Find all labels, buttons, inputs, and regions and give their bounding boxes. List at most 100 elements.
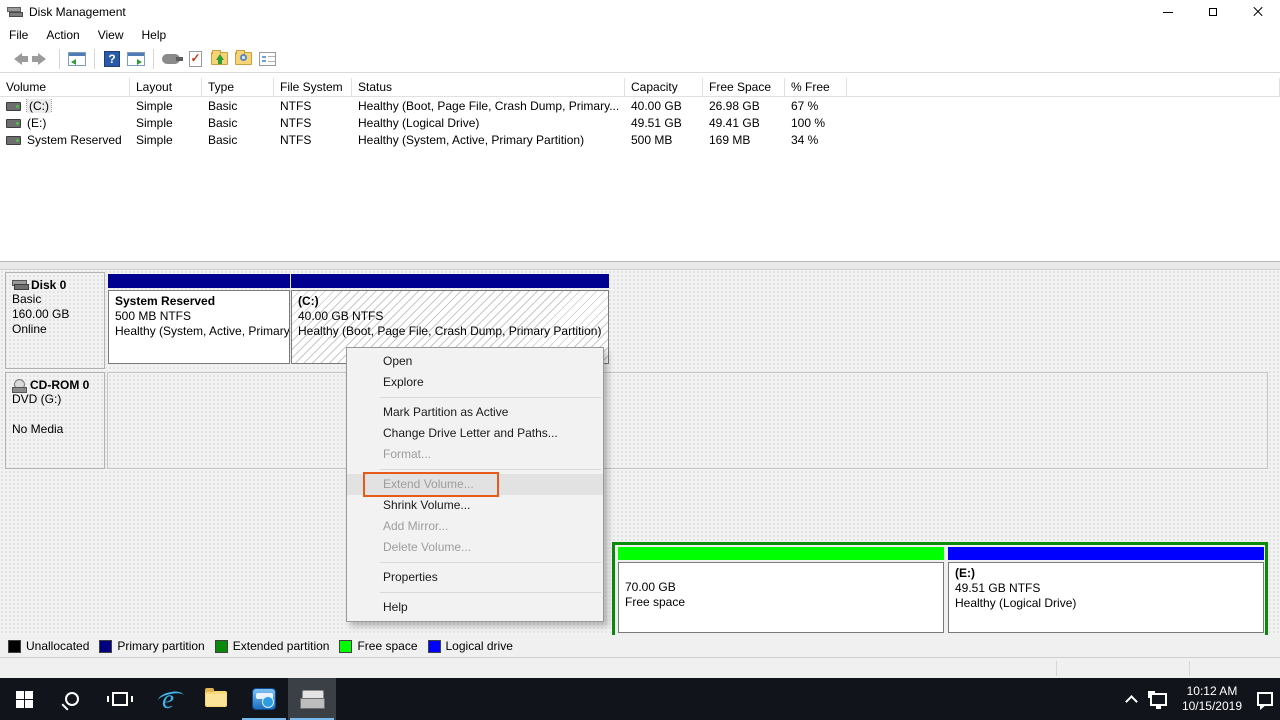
checklist-icon xyxy=(189,51,202,67)
extend-volume-label: Extend Volume... xyxy=(383,477,474,491)
context-menu-item-change-drive-letter[interactable]: Change Drive Letter and Paths... xyxy=(347,423,603,444)
column-header-freespace[interactable]: Free Space xyxy=(703,78,785,96)
network-icon xyxy=(1150,693,1167,706)
column-header-filler xyxy=(847,78,1280,96)
volume-row-e[interactable]: (E:) Simple Basic NTFS Healthy (Logical … xyxy=(0,114,1280,131)
volume-row-c[interactable]: (C:) Simple Basic NTFS Healthy (Boot, Pa… xyxy=(0,97,1280,114)
folder-up-button[interactable] xyxy=(207,47,231,71)
volume-drive-icon xyxy=(6,119,21,128)
column-header-capacity[interactable]: Capacity xyxy=(625,78,703,96)
context-menu-item-open[interactable]: Open xyxy=(347,351,603,372)
disk0-label-panel[interactable]: Disk 0 Basic 160.00 GB Online xyxy=(5,272,105,369)
taskbar: e 10:12 AM 10/15/2019 xyxy=(0,678,1280,720)
menu-help[interactable]: Help xyxy=(133,26,176,44)
cdrom-media-area[interactable] xyxy=(107,372,1268,469)
volume-free: 26.98 GB xyxy=(703,99,785,113)
forward-button[interactable] xyxy=(30,47,54,71)
disk0-state: Online xyxy=(12,322,100,337)
partition-size: 49.51 GB NTFS xyxy=(955,581,1263,596)
partition-e[interactable]: (E:) 49.51 GB NTFS Healthy (Logical Driv… xyxy=(948,547,1264,635)
context-menu-item-delete-volume: Delete Volume... xyxy=(347,537,603,558)
legend-logical-drive: Logical drive xyxy=(428,639,513,653)
menu-action[interactable]: Action xyxy=(37,26,88,44)
partition-system-reserved[interactable]: System Reserved 500 MB NTFS Healthy (Sys… xyxy=(108,274,290,366)
internet-explorer-button[interactable]: e xyxy=(144,678,192,720)
taskbar-clock[interactable]: 10:12 AM 10/15/2019 xyxy=(1174,678,1250,720)
clock-date: 10/15/2019 xyxy=(1182,699,1242,713)
folder-up-icon xyxy=(211,52,228,65)
volume-status: Healthy (Logical Drive) xyxy=(352,116,625,130)
folder-search-button[interactable] xyxy=(231,47,255,71)
action-center-button[interactable] xyxy=(1250,678,1280,720)
pane-splitter[interactable] xyxy=(0,261,1280,270)
partition-tool-button[interactable] xyxy=(240,678,288,720)
logical-drive-color-bar xyxy=(948,547,1264,560)
tool-icon xyxy=(162,54,180,64)
volume-capacity: 49.51 GB xyxy=(625,116,703,130)
volume-free: 169 MB xyxy=(703,133,785,147)
help-icon: ? xyxy=(104,51,120,67)
desktop: Disk Management File Action View Help ? … xyxy=(0,0,1280,720)
checklist-button[interactable] xyxy=(183,47,207,71)
statusbar-divider xyxy=(1189,661,1190,676)
volume-layout: Simple xyxy=(130,116,202,130)
volume-row-system-reserved[interactable]: System Reserved Simple Basic NTFS Health… xyxy=(0,131,1280,148)
column-header-status[interactable]: Status xyxy=(352,78,625,96)
legend-label: Extended partition xyxy=(233,639,330,653)
column-header-volume[interactable]: Volume xyxy=(0,78,130,96)
file-explorer-button[interactable] xyxy=(192,678,240,720)
disk-management-taskbar-button[interactable] xyxy=(288,678,336,720)
console-tree-button[interactable] xyxy=(65,47,89,71)
context-menu-item-shrink-volume[interactable]: Shrink Volume... xyxy=(347,495,603,516)
start-button[interactable] xyxy=(0,678,48,720)
legend-unallocated: Unallocated xyxy=(8,639,89,653)
context-menu-separator xyxy=(380,562,601,563)
restore-icon xyxy=(1209,8,1217,16)
column-header-type[interactable]: Type xyxy=(202,78,274,96)
column-header-layout[interactable]: Layout xyxy=(130,78,202,96)
context-menu-item-explore[interactable]: Explore xyxy=(347,372,603,393)
context-menu-item-properties[interactable]: Properties xyxy=(347,567,603,588)
cdrom-name: CD-ROM 0 xyxy=(30,378,89,392)
volume-drive-icon xyxy=(6,136,21,145)
properties-button[interactable] xyxy=(255,47,279,71)
app-icon xyxy=(7,6,23,18)
context-menu-item-mark-partition-active[interactable]: Mark Partition as Active xyxy=(347,402,603,423)
column-header-filesystem[interactable]: File System xyxy=(274,78,352,96)
network-tray-button[interactable] xyxy=(1143,678,1174,720)
tool-button[interactable] xyxy=(159,47,183,71)
extended-partition-container: 70.00 GB Free space (E:) 49.51 GB NTFS H… xyxy=(612,542,1268,638)
partition-status: Healthy (System, Active, Primary xyxy=(115,324,289,339)
menu-view[interactable]: View xyxy=(89,26,133,44)
legend-swatch-free-space xyxy=(339,640,352,653)
action-center-icon xyxy=(1257,692,1273,706)
legend-extended-partition: Extended partition xyxy=(215,639,330,653)
free-space-size: 70.00 GB xyxy=(625,580,943,595)
partition-color-bar xyxy=(108,274,290,288)
volume-capacity: 40.00 GB xyxy=(625,99,703,113)
taskbar-search-button[interactable] xyxy=(48,678,96,720)
cdrom-label-panel[interactable]: CD-ROM 0 DVD (G:) No Media xyxy=(5,372,105,469)
chevron-up-icon xyxy=(1125,695,1138,708)
task-view-button[interactable] xyxy=(96,678,144,720)
context-menu-item-help[interactable]: Help xyxy=(347,597,603,618)
legend-free-space: Free space xyxy=(339,639,417,653)
column-header-pctfree[interactable]: % Free xyxy=(785,78,847,96)
partition-title: (E:) xyxy=(955,566,1263,581)
close-button[interactable] xyxy=(1235,0,1280,24)
volume-pctfree: 34 % xyxy=(785,133,847,147)
action-pane-icon xyxy=(127,52,145,66)
free-space-block[interactable]: 70.00 GB Free space xyxy=(618,547,944,635)
help-button[interactable]: ? xyxy=(100,47,124,71)
restore-button[interactable] xyxy=(1190,0,1235,24)
volume-list: Volume Layout Type File System Status Ca… xyxy=(0,78,1280,261)
minimize-button[interactable] xyxy=(1145,0,1190,24)
volume-fs: NTFS xyxy=(274,133,352,147)
toolbar-separator xyxy=(59,49,60,69)
action-pane-button[interactable] xyxy=(124,47,148,71)
free-space-label: Free space xyxy=(625,595,943,610)
tray-expand-button[interactable] xyxy=(1120,678,1143,720)
menu-file[interactable]: File xyxy=(0,26,37,44)
back-button[interactable] xyxy=(6,47,30,71)
context-menu-separator xyxy=(380,397,601,398)
